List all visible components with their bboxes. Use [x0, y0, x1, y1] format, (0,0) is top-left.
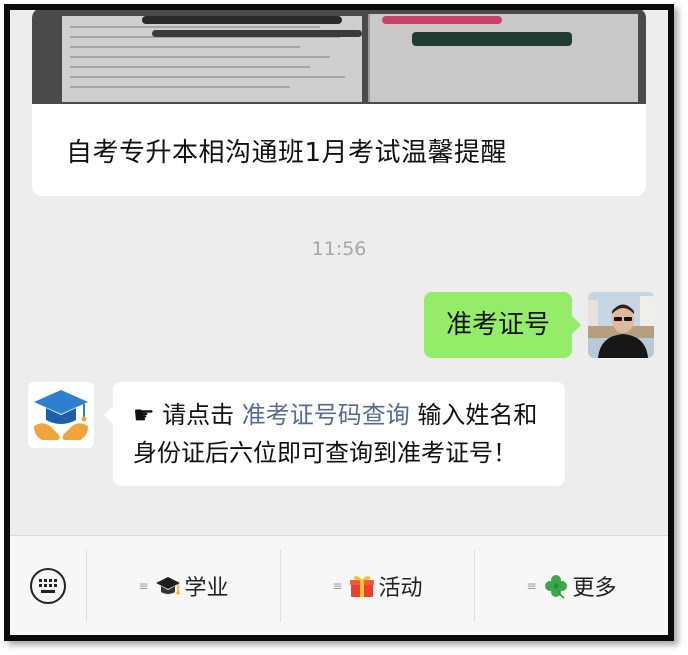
menu-lines-icon: ≡ — [526, 579, 537, 593]
gift-icon — [349, 573, 375, 599]
menu-lines-icon: ≡ — [332, 579, 343, 593]
user-photo-icon — [588, 292, 654, 358]
article-card[interactable]: 自考专升本相沟通班1月考试温馨提醒 — [32, 10, 646, 196]
menu-item-label: 活动 — [378, 576, 423, 601]
keyboard-icon — [30, 568, 66, 604]
incoming-message-bubble: ☛ 请点击 准考证号码查询 输入姓名和身份证后六位即可查询到准考证号！ — [104, 382, 565, 486]
chat-window: 自考专升本相沟通班1月考试温馨提醒 11:56 准考证号 ☛ 请点击 准考证号码… — [4, 4, 674, 641]
official-account-avatar[interactable] — [28, 382, 94, 448]
clover-icon — [543, 573, 569, 599]
bottom-menu-bar: ≡ 学业 ≡ 活动 ≡ 更多 — [10, 535, 668, 635]
message-prefix: ☛ 请点击 — [133, 401, 242, 429]
article-title[interactable]: 自考专升本相沟通班1月考试温馨提醒 — [66, 132, 507, 169]
keyboard-toggle-button[interactable] — [10, 536, 86, 635]
menu-lines-icon: ≡ — [138, 579, 149, 593]
graduation-cap-icon — [155, 574, 181, 598]
cover-document — [62, 16, 362, 102]
article-cover-image — [32, 10, 646, 104]
menu-item-label: 更多 — [572, 576, 617, 601]
message-timestamp: 11:56 — [311, 238, 367, 260]
user-avatar[interactable] — [588, 292, 654, 358]
menu-item-activities[interactable]: ≡ 活动 — [280, 550, 474, 622]
menu-item-academics[interactable]: ≡ 学业 — [86, 550, 280, 622]
outgoing-message-bubble[interactable]: 准考证号 — [423, 292, 582, 358]
menu-item-more[interactable]: ≡ 更多 — [474, 550, 668, 622]
cover-table — [368, 14, 638, 102]
graduation-cap-logo-icon — [34, 390, 88, 440]
menu-item-label: 学业 — [184, 576, 229, 601]
admission-ticket-query-link[interactable]: 准考证号码查询 — [242, 401, 410, 429]
